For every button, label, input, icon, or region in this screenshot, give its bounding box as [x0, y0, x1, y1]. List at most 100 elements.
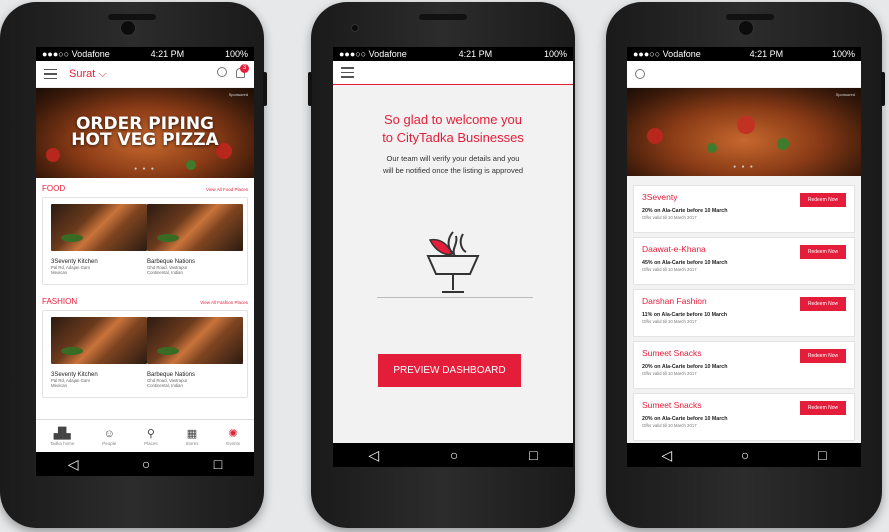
tab-label: People — [102, 440, 117, 446]
offer-deal: 20% on Ala-Carte before 10 March — [642, 208, 728, 214]
android-nav-bar: ◁ ○ □ — [333, 443, 573, 467]
back-icon[interactable]: ◁ — [368, 447, 379, 464]
back-icon[interactable]: ◁ — [661, 447, 672, 464]
phone-welcome: ●●●○○ Vodafone 4:21 PM 100% So glad to w… — [308, 2, 575, 528]
offer-validity: Offer valid till 10 March 2017 — [642, 215, 697, 220]
sponsored-label: Sponsored — [835, 92, 855, 97]
welcome-subtext: Our team will verify your details and yo… — [382, 154, 524, 175]
chili-cup-icon — [426, 231, 480, 293]
speaker — [419, 14, 467, 20]
recent-apps-icon[interactable]: □ — [818, 447, 826, 463]
tab-events[interactable]: ✺ Events — [226, 427, 240, 446]
android-nav-bar: ◁ ○ □ — [36, 452, 254, 476]
tab-label: Tadka home — [49, 440, 75, 446]
city-icon: ▟▙ — [53, 427, 71, 440]
search-icon[interactable] — [635, 69, 645, 79]
time-label: 4:21 PM — [749, 49, 784, 59]
preview-dashboard-button[interactable]: PREVIEW DASHBOARD — [378, 354, 521, 387]
people-icon: ☺ — [103, 427, 115, 440]
notification-badge: 3 — [240, 64, 249, 73]
bottom-tab-bar: ▟▙ Tadka home ☺ People ⚲ Places ▦ Stores ✺ Ev… — [36, 419, 254, 452]
carousel-dots: ● ● ● — [733, 164, 755, 170]
phone-home: ●●●○○ Vodafone 4:21 PM 100% Surat ⌵ 3 Sp… — [0, 2, 267, 528]
promo-banner[interactable]: Sponsored ● ● ● — [627, 88, 861, 176]
offer-card[interactable]: Sumeet Snacks 20% on Ala-Carte before 10… — [633, 341, 855, 389]
status-bar: ●●●○○ Vodafone 4:21 PM 100% — [627, 47, 861, 61]
section-title: FOOD — [42, 184, 66, 193]
carrier-label: ●●●○○ Vodafone — [633, 49, 701, 59]
recent-apps-icon[interactable]: □ — [214, 456, 222, 472]
welcome-heading: So glad to welcome you to CityTadka Busi… — [382, 112, 524, 145]
offers-screen: ●●●○○ Vodafone 4:21 PM 100% Sponsored ● … — [627, 47, 861, 443]
tab-people[interactable]: ☺ People — [102, 427, 116, 446]
offer-validity: Offer valid till 10 March 2017 — [642, 267, 697, 272]
status-bar: ●●●○○ Vodafone 4:21 PM 100% — [36, 47, 254, 61]
carousel-dots: ● ● ● — [134, 166, 156, 172]
place-card[interactable]: Barbeque Nations Ghd Road, Vastrapur Con… — [147, 317, 243, 391]
carrier-label: ●●●○○ Vodafone — [42, 49, 110, 59]
tab-label: Events — [226, 440, 241, 446]
app-bar: Surat ⌵ 3 — [36, 61, 254, 88]
tab-label: Places — [144, 440, 158, 446]
banner-headline: ORDER PIPING HOT VEG PIZZA — [71, 114, 219, 150]
city-selector[interactable]: Surat ⌵ — [69, 68, 107, 81]
speaker — [726, 14, 774, 20]
place-image — [147, 317, 243, 364]
place-card[interactable]: 3Seventy Kitchen Pal Rd, Adajan Gam Mexi… — [51, 204, 147, 278]
phone-offers: ●●●○○ Vodafone 4:21 PM 100% Sponsored ● … — [606, 2, 885, 528]
section-title: FASHION — [42, 297, 78, 306]
recent-apps-icon[interactable]: □ — [529, 447, 537, 463]
status-bar: ●●●○○ Vodafone 4:21 PM 100% — [333, 47, 573, 61]
tab-stores[interactable]: ▦ Stores — [185, 427, 198, 446]
search-icon[interactable] — [217, 67, 227, 77]
welcome-screen: ●●●○○ Vodafone 4:21 PM 100% So glad to w… — [333, 47, 573, 443]
place-cuisine: Continental, Indian — [147, 270, 183, 275]
welcome-body: So glad to welcome you to CityTadka Busi… — [333, 85, 573, 443]
power-button — [263, 72, 267, 106]
tab-places[interactable]: ⚲ Places — [144, 427, 158, 446]
redeem-now-button[interactable]: Redeem Now — [800, 401, 846, 415]
redeem-now-button[interactable]: Redeem Now — [800, 193, 846, 207]
offer-card[interactable]: Sumeet Snacks 20% on Ala-Carte before 10… — [633, 393, 855, 441]
offer-validity: Offer valid till 10 March 2017 — [642, 319, 697, 324]
view-all-fashion-link[interactable]: View All Fashion Places — [200, 300, 248, 305]
tab-tadka-home[interactable]: ▟▙ Tadka home — [50, 427, 75, 446]
chevron-down-icon: ⌵ — [98, 67, 107, 80]
redeem-now-button[interactable]: Redeem Now — [800, 245, 846, 259]
offer-card[interactable]: Daawat-e-Khana 45% on Ala-Carte before 1… — [633, 237, 855, 285]
events-icon: ✺ — [228, 427, 238, 440]
power-button — [881, 72, 885, 106]
promo-banner[interactable]: Sponsored ORDER PIPING HOT VEG PIZZA ● ●… — [36, 88, 254, 178]
redeem-now-button[interactable]: Redeem Now — [800, 297, 846, 311]
app-bar — [333, 61, 573, 85]
speaker — [108, 14, 156, 20]
home-icon[interactable]: ○ — [450, 447, 458, 463]
fashion-section-header: FASHION View All Fashion Places — [36, 297, 254, 306]
offer-card[interactable]: 3Seventy 20% on Ala-Carte before 10 Marc… — [633, 185, 855, 233]
tab-label: Stores — [185, 440, 199, 446]
front-camera — [120, 20, 136, 36]
view-all-food-link[interactable]: View All Food Places — [206, 187, 248, 192]
offer-card[interactable]: Darshan Fashion 11% on Ala-Carte before … — [633, 289, 855, 337]
carrier-label: ●●●○○ Vodafone — [339, 49, 407, 59]
offer-deal: 20% on Ala-Carte before 10 March — [642, 416, 728, 422]
place-image — [51, 317, 147, 364]
home-icon[interactable]: ○ — [741, 447, 749, 463]
battery-label: 100% — [543, 49, 567, 59]
android-nav-bar: ◁ ○ □ — [627, 443, 861, 467]
place-image — [51, 204, 147, 251]
back-icon[interactable]: ◁ — [68, 456, 79, 473]
place-card[interactable]: 3Seventy Kitchen Pal Rd, Adajan Gam Mexi… — [51, 317, 147, 391]
home-icon[interactable]: ○ — [142, 456, 150, 472]
offers-list: 3Seventy 20% on Ala-Carte before 10 Marc… — [627, 176, 861, 443]
redeem-now-button[interactable]: Redeem Now — [800, 349, 846, 363]
menu-icon[interactable] — [44, 68, 57, 80]
place-cuisine: Mexican — [51, 383, 68, 388]
place-cuisine: Mexican — [51, 270, 68, 275]
front-camera — [351, 24, 359, 32]
search-bar[interactable] — [627, 61, 861, 88]
menu-icon[interactable] — [341, 67, 354, 78]
divider-line — [377, 297, 533, 298]
place-card[interactable]: Barbeque Nations Ghd Road, Vastrapur Con… — [147, 204, 243, 278]
offer-deal: 45% on Ala-Carte before 10 March — [642, 260, 728, 266]
